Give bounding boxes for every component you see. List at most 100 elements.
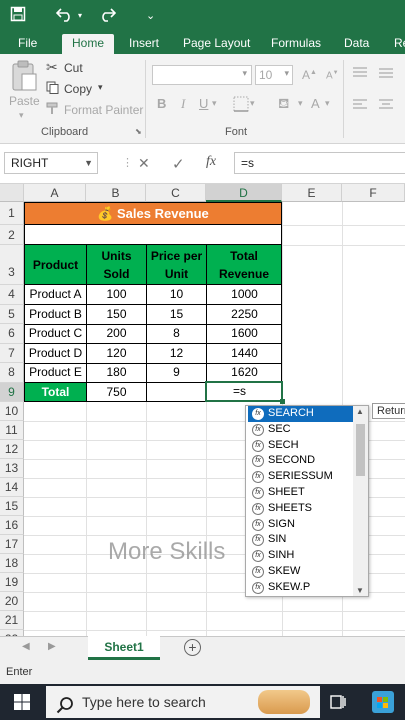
- row-header-10[interactable]: 10: [0, 402, 24, 421]
- font-name-dropdown[interactable]: ▾: [152, 65, 252, 85]
- cell-revenue[interactable]: 1000: [207, 285, 282, 304]
- row-header-14[interactable]: 14: [0, 478, 24, 497]
- autocomplete-item[interactable]: fx SERIESSUM: [248, 469, 353, 485]
- row-header-19[interactable]: 19: [0, 573, 24, 592]
- cell-units[interactable]: 120: [87, 344, 146, 363]
- cell-revenue[interactable]: 1600: [207, 324, 282, 343]
- row-header-15[interactable]: 15: [0, 497, 24, 516]
- confirm-entry-button[interactable]: ✓: [172, 155, 185, 173]
- align-top-icon[interactable]: [352, 66, 368, 80]
- italic-button[interactable]: I: [181, 96, 185, 112]
- autocomplete-item[interactable]: fx SHEET: [248, 485, 353, 501]
- task-view-icon[interactable]: [330, 693, 346, 711]
- align-center-icon[interactable]: [378, 98, 394, 112]
- save-icon[interactable]: [10, 6, 26, 28]
- borders-dropdown-icon[interactable]: ▾: [250, 98, 255, 109]
- tab-home[interactable]: Home: [62, 34, 115, 54]
- copy-button[interactable]: Copy: [64, 82, 92, 96]
- row-header-5[interactable]: 5: [0, 304, 24, 324]
- header-units-sold[interactable]: Units Sold: [86, 244, 147, 285]
- sheet-scroll-left-icon[interactable]: ◀: [22, 641, 30, 652]
- cell-units[interactable]: 180: [87, 363, 146, 382]
- insert-function-button[interactable]: fx: [206, 154, 216, 170]
- format-painter-button[interactable]: Format Painter: [64, 103, 143, 117]
- undo-icon[interactable]: [55, 6, 74, 28]
- column-header-a[interactable]: A: [24, 184, 86, 202]
- header-price-per-unit[interactable]: Price per Unit: [146, 244, 207, 285]
- cell-price[interactable]: 12: [147, 344, 206, 363]
- cell-revenue[interactable]: 1620: [207, 363, 282, 382]
- row-header-8[interactable]: 8: [0, 363, 24, 383]
- autocomplete-item[interactable]: fx SIGN: [248, 517, 353, 533]
- scrollbar-thumb[interactable]: [356, 424, 365, 476]
- sheet-tab-sheet1[interactable]: Sheet1: [88, 636, 160, 660]
- increase-font-icon[interactable]: A▲: [302, 68, 317, 82]
- cut-button[interactable]: Cut: [64, 61, 83, 75]
- row-header-6[interactable]: 6: [0, 324, 24, 344]
- row-header-18[interactable]: 18: [0, 554, 24, 573]
- undo-dropdown-icon[interactable]: ▾: [78, 6, 82, 26]
- row-header-7[interactable]: 7: [0, 343, 24, 363]
- row-header-3[interactable]: 3: [0, 245, 24, 285]
- autocomplete-item[interactable]: fx SEC: [248, 422, 353, 438]
- redo-icon[interactable]: [98, 6, 117, 28]
- formula-bar-options-icon[interactable]: ⋮: [122, 156, 133, 169]
- clipboard-launcher-icon[interactable]: ⬊: [135, 127, 142, 136]
- autocomplete-item[interactable]: fx SEARCH: [248, 406, 353, 422]
- empty-merged-cell[interactable]: [24, 225, 282, 245]
- cancel-entry-button[interactable]: ✕: [138, 155, 150, 172]
- tab-formulas[interactable]: Formulas: [271, 35, 321, 54]
- cell-price[interactable]: 15: [147, 305, 206, 324]
- row-header-20[interactable]: 20: [0, 592, 24, 611]
- decrease-font-icon[interactable]: A▼: [326, 70, 339, 81]
- tab-page-layout[interactable]: Page Layout: [183, 35, 250, 54]
- cell-units[interactable]: 100: [87, 285, 146, 304]
- row-header-13[interactable]: 13: [0, 459, 24, 478]
- total-units-cell[interactable]: 750: [87, 383, 146, 401]
- formula-input[interactable]: =s: [234, 152, 405, 174]
- autocomplete-item[interactable]: fx SIN: [248, 532, 353, 548]
- row-header-12[interactable]: 12: [0, 440, 24, 459]
- cell-product[interactable]: Product A: [25, 285, 86, 304]
- column-header-c[interactable]: C: [146, 184, 206, 202]
- store-app-icon[interactable]: [372, 691, 394, 713]
- autocomplete-item[interactable]: fx SINH: [248, 548, 353, 564]
- copy-dropdown-icon[interactable]: ▾: [98, 82, 103, 93]
- autocomplete-scrollbar[interactable]: ▲ ▼: [353, 406, 368, 596]
- cell-price[interactable]: 9: [147, 363, 206, 382]
- row-header-4[interactable]: 4: [0, 285, 24, 305]
- add-sheet-icon[interactable]: +: [184, 639, 201, 656]
- column-header-d[interactable]: D: [206, 184, 282, 202]
- autocomplete-item[interactable]: fx SECH: [248, 438, 353, 454]
- borders-icon[interactable]: [233, 96, 249, 112]
- fill-handle[interactable]: [280, 399, 285, 404]
- cell-product[interactable]: Product B: [25, 305, 86, 324]
- cell-price[interactable]: 8: [147, 324, 206, 343]
- bold-button[interactable]: B: [157, 96, 166, 111]
- paste-dropdown-icon[interactable]: ▾: [19, 110, 24, 121]
- row-header-9[interactable]: 9: [0, 382, 24, 402]
- autocomplete-item[interactable]: fx SECOND: [248, 453, 353, 469]
- active-cell-d9[interactable]: =s: [205, 381, 285, 404]
- row-header-21[interactable]: 21: [0, 611, 24, 630]
- select-all-corner[interactable]: [0, 184, 24, 202]
- header-total-revenue[interactable]: Total Revenue: [206, 244, 282, 285]
- cell-product[interactable]: Product D: [25, 344, 86, 363]
- tab-data[interactable]: Data: [344, 35, 369, 54]
- taskbar-search-box[interactable]: Type here to search: [46, 686, 320, 718]
- tab-insert[interactable]: Insert: [129, 35, 159, 54]
- tab-review[interactable]: Re: [394, 35, 405, 54]
- cell-units[interactable]: 150: [87, 305, 146, 324]
- sales-revenue-title-cell[interactable]: 💰 Sales Revenue: [24, 202, 282, 225]
- scroll-up-icon[interactable]: ▲: [356, 407, 364, 416]
- function-autocomplete-list[interactable]: fx SEARCH fx SEC fx SECH fx SECOND fx SERIESS…: [245, 405, 369, 597]
- row-header-16[interactable]: 16: [0, 516, 24, 535]
- font-color-button[interactable]: A: [311, 96, 320, 111]
- name-box[interactable]: RIGHT ▼: [4, 152, 98, 174]
- windows-start-icon[interactable]: [14, 694, 30, 710]
- cell-revenue[interactable]: 2250: [207, 305, 282, 324]
- autocomplete-item[interactable]: fx SHEETS: [248, 501, 353, 517]
- column-header-f[interactable]: F: [342, 184, 405, 202]
- row-header-17[interactable]: 17: [0, 535, 24, 554]
- tab-file[interactable]: File: [18, 35, 37, 54]
